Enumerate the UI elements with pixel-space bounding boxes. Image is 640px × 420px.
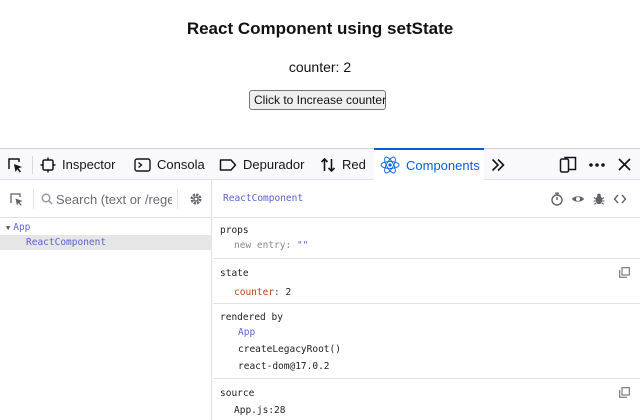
- props-entry-key: new entry: [234, 240, 286, 251]
- expand-caret-icon[interactable]: ▼: [6, 224, 10, 232]
- source-section: source App.js:28: [213, 379, 640, 420]
- props-entry[interactable]: new entry: "": [234, 240, 308, 251]
- tree-search-bar: [0, 180, 212, 218]
- double-chevron-right-icon: [491, 158, 505, 171]
- inspector-icon: [40, 157, 56, 172]
- more-tabs-button[interactable]: [490, 149, 506, 180]
- close-devtools-button[interactable]: [617, 149, 632, 180]
- tab-components[interactable]: Components: [374, 148, 484, 180]
- props-section: props new entry: "": [213, 218, 640, 259]
- props-entry-value: "": [296, 240, 309, 251]
- stopwatch-icon[interactable]: [550, 192, 564, 206]
- more-horizontal-icon: [589, 162, 605, 167]
- state-entry-colon: :: [274, 287, 286, 298]
- state-entry-value: 2: [285, 287, 292, 298]
- element-picker-button[interactable]: [6, 149, 28, 180]
- state-entry[interactable]: counter: 2: [234, 287, 291, 298]
- state-section: state counter: 2: [213, 259, 640, 304]
- tab-inspector-label: Inspector: [62, 157, 116, 172]
- network-icon: [320, 157, 336, 172]
- props-heading: props: [220, 225, 249, 236]
- tab-network[interactable]: Red: [320, 149, 366, 180]
- devtools-menu-button[interactable]: [588, 149, 606, 180]
- page-title: React Component using setState: [186, 19, 454, 38]
- tab-debugger-label: Depurador: [243, 157, 305, 172]
- dock-icon: [559, 156, 577, 173]
- increase-counter-button[interactable]: Click to Increase counter: [249, 90, 386, 110]
- tab-components-label: Components: [406, 157, 480, 173]
- gear-icon[interactable]: [189, 192, 203, 206]
- toolbar-separator: [32, 156, 33, 174]
- tab-console-label: Consola: [157, 157, 205, 172]
- component-search-input[interactable]: [56, 190, 172, 208]
- tree-node-reactcomponent[interactable]: ReactComponent: [0, 235, 212, 250]
- rendered-by-renderer: react-dom@17.0.2: [238, 361, 330, 372]
- close-icon: [618, 158, 631, 171]
- tab-inspector[interactable]: Inspector: [40, 149, 115, 180]
- search-icon: [41, 193, 53, 205]
- component-tree: ▼ App ReactComponent: [0, 220, 212, 250]
- tab-network-label: Red: [342, 157, 366, 172]
- dock-side-button[interactable]: [559, 149, 577, 180]
- selected-component-name: ReactComponent: [223, 193, 304, 204]
- rendered-by-root: createLegacyRoot(): [238, 344, 341, 355]
- tree-node-app[interactable]: ▼ App: [0, 220, 212, 235]
- page-content: React Component using setState counter: …: [0, 0, 640, 148]
- bug-icon[interactable]: [592, 192, 606, 206]
- tree-node-reactcomponent-label: ReactComponent: [26, 237, 107, 248]
- rendered-by-section: rendered by App createLegacyRoot() react…: [213, 304, 640, 379]
- code-icon[interactable]: [613, 192, 627, 206]
- debugger-icon: [219, 158, 237, 171]
- rendered-by-app[interactable]: App: [238, 327, 255, 338]
- counter-text: counter: 2: [288, 59, 352, 75]
- select-element-icon[interactable]: [9, 192, 24, 207]
- tree-node-app-label: App: [13, 222, 31, 233]
- rendered-by-heading: rendered by: [220, 312, 283, 323]
- copy-icon[interactable]: [619, 387, 630, 398]
- react-icon: [380, 156, 400, 174]
- console-icon: [134, 157, 151, 172]
- tab-debugger[interactable]: Depurador: [219, 149, 304, 180]
- source-heading: source: [220, 388, 255, 399]
- tab-console[interactable]: Consola: [134, 149, 205, 180]
- copy-icon[interactable]: [619, 267, 630, 278]
- source-file-link[interactable]: App.js:28: [234, 405, 285, 416]
- settings-separator: [177, 189, 178, 209]
- state-heading: state: [220, 268, 249, 279]
- inspected-element-pane: ReactComponent props new entry: "" state…: [213, 180, 640, 420]
- component-tree-pane: ▼App ReactComponent: [0, 180, 212, 420]
- inspected-element-header: ReactComponent: [213, 180, 640, 218]
- eye-icon[interactable]: [571, 192, 585, 206]
- search-separator: [33, 189, 34, 209]
- props-entry-colon: :: [285, 240, 297, 251]
- state-entry-key: counter: [234, 287, 275, 298]
- element-picker-icon: [8, 157, 22, 172]
- react-devtools-panel: ▼App ReactComponent ReactComponent: [0, 180, 640, 420]
- devtools-toolbar: Inspector Consola Depurador Red Componen…: [0, 148, 640, 180]
